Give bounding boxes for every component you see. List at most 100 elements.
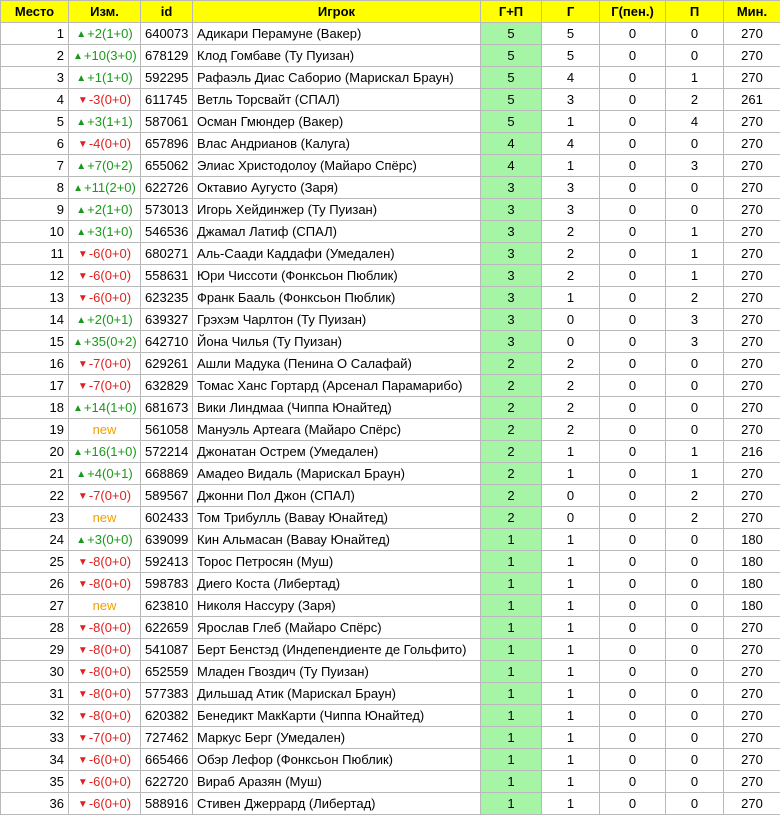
place-cell-value: 12 (49, 268, 64, 283)
assists-cell: 0 (665, 550, 724, 573)
table-row[interactable]: 32 ▼-8(0+0) 620382 Бенедикт МакКарти (Чиппа… (0, 704, 780, 727)
arrow-down-icon: ▼ (77, 293, 88, 304)
table-row[interactable]: 14 ▲+2(0+1) 639327 Грэхэм Чарлтон (Ту Пуиза… (0, 308, 780, 331)
minutes-cell: 270 (723, 660, 780, 683)
header-change[interactable]: Изм. (68, 0, 141, 23)
assists-cell: 0 (665, 198, 724, 221)
penalty-goals-cell-value: 0 (628, 620, 637, 635)
table-row[interactable]: 22 ▼-7(0+0) 589567 Джонни Пол Джон (СПАЛ) 2 0… (0, 484, 780, 507)
assists-cell: 1 (665, 264, 724, 287)
change-value: -6(0+0) (88, 752, 132, 767)
table-row[interactable]: 31 ▼-8(0+0) 577383 Дильшад Атик (Марискал Б… (0, 682, 780, 705)
minutes-cell: 270 (723, 44, 780, 67)
table-row[interactable]: 11 ▼-6(0+0) 680271 Аль-Саади Каддафи (Умеда… (0, 242, 780, 265)
player-cell: Грэхэм Чарлтон (Ту Пуизан) (192, 308, 481, 331)
header-place[interactable]: Место (0, 0, 69, 23)
player-cell: Элиас Христодолоу (Майаро Спёрс) (192, 154, 481, 177)
goals-assists-cell: 2 (480, 374, 542, 397)
table-row[interactable]: 3 ▲+1(1+0) 592295 Рафаэль Диас Саборио (Мар… (0, 66, 780, 89)
goals-cell: 1 (541, 616, 600, 639)
table-row[interactable]: 1 ▲+2(1+0) 640073 Адикари Перамуне (Вакер) 5… (0, 22, 780, 45)
header-goals-assists[interactable]: Г+П (480, 0, 542, 23)
minutes-cell: 270 (723, 682, 780, 705)
table-row[interactable]: 12 ▼-6(0+0) 558631 Юри Чиссоти (Фонксьон Пю… (0, 264, 780, 287)
table-row[interactable]: 35 ▼-6(0+0) 622720 Вираб Аразян (Муш) 1 1 0 0 27… (0, 770, 780, 793)
player-cell: Кин Альмасан (Вавау Юнайтед) (192, 528, 481, 551)
minutes-cell: 270 (723, 462, 780, 485)
header-goals[interactable]: Г (541, 0, 600, 23)
id-cell: 577383 (140, 682, 193, 705)
change-value: -7(0+0) (88, 356, 132, 371)
goals-assists-cell-value: 1 (507, 532, 515, 547)
table-row[interactable]: 36 ▼-6(0+0) 588916 Стивен Джеррард (Либерта… (0, 792, 780, 815)
penalty-goals-cell-value: 0 (628, 730, 637, 745)
penalty-goals-cell: 0 (599, 682, 666, 705)
change-cell: ▼-4(0+0) (68, 132, 141, 155)
penalty-goals-cell: 0 (599, 418, 666, 441)
table-row[interactable]: 26 ▼-8(0+0) 598783 Диего Коста (Либертад) 1 1… (0, 572, 780, 595)
table-row[interactable]: 7 ▲+7(0+2) 655062 Элиас Христодолоу (Майаро… (0, 154, 780, 177)
penalty-goals-cell-value: 0 (628, 70, 637, 85)
table-row[interactable]: 20 ▲+16(1+0) 572214 Джонатан Острем (Умедал… (0, 440, 780, 463)
header-player[interactable]: Игрок (192, 0, 481, 23)
change-value: -4(0+0) (88, 136, 132, 151)
penalty-goals-cell: 0 (599, 440, 666, 463)
table-row[interactable]: 27 new 623810 Николя Нассуру (Заря) 1 1 0 0 180 (0, 594, 780, 617)
change-cell: ▲+10(3+0) (68, 44, 141, 67)
header-assists[interactable]: П (665, 0, 724, 23)
minutes-cell: 270 (723, 484, 780, 507)
minutes-cell-value: 261 (741, 92, 763, 107)
minutes-cell-value: 270 (741, 774, 763, 789)
table-row[interactable]: 8 ▲+11(2+0) 622726 Октавио Аугусто (Заря) 3 3… (0, 176, 780, 199)
player-cell: Томас Ханс Гортард (Арсенал Парамарибо) (192, 374, 481, 397)
header-minutes[interactable]: Мин. (723, 0, 780, 23)
table-row[interactable]: 24 ▲+3(0+0) 639099 Кин Альмасан (Вавау Юнай… (0, 528, 780, 551)
penalty-goals-cell-value: 0 (628, 92, 637, 107)
table-row[interactable]: 21 ▲+4(0+1) 668869 Амадео Видаль (Марискал … (0, 462, 780, 485)
header-id[interactable]: id (140, 0, 193, 23)
penalty-goals-cell-value: 0 (628, 796, 637, 811)
goals-cell: 1 (541, 528, 600, 551)
table-row[interactable]: 28 ▼-8(0+0) 622659 Ярослав Глеб (Майаро Спё… (0, 616, 780, 639)
table-row[interactable]: 19 new 561058 Мануэль Артеага (Майаро Спёрс… (0, 418, 780, 441)
change-value: +1(1+0) (87, 70, 133, 85)
goals-cell-value: 1 (566, 620, 575, 635)
table-row[interactable]: 15 ▲+35(0+2) 642710 Йона Чилья (Ту Пуизан) 3… (0, 330, 780, 353)
change-value: -8(0+0) (88, 664, 132, 679)
table-row[interactable]: 25 ▼-8(0+0) 592413 Торос Петросян (Муш) 1 1 0 0… (0, 550, 780, 573)
assists-cell-value: 1 (690, 268, 699, 283)
id-cell: 639099 (140, 528, 193, 551)
minutes-cell-value: 270 (741, 466, 763, 481)
table-row[interactable]: 5 ▲+3(1+1) 587061 Осман Гмюндер (Вакер) 5 1 0 4… (0, 110, 780, 133)
id-cell-value: 573013 (145, 202, 189, 217)
table-row[interactable]: 10 ▲+3(1+0) 546536 Джамал Латиф (СПАЛ) 3 2 0 1 2… (0, 220, 780, 243)
table-row[interactable]: 18 ▲+14(1+0) 681673 Вики Линдмаа (Чиппа Юна… (0, 396, 780, 419)
id-cell: 678129 (140, 44, 193, 67)
minutes-cell-value: 270 (741, 686, 763, 701)
table-row[interactable]: 34 ▼-6(0+0) 665466 Обэр Лефор (Фонксьон Пюб… (0, 748, 780, 771)
table-row[interactable]: 33 ▼-7(0+0) 727462 Маркус Берг (Умедален) 1 1… (0, 726, 780, 749)
goals-cell-value: 1 (566, 444, 575, 459)
table-row[interactable]: 6 ▼-4(0+0) 657896 Влас Андрианов (Калуга) 4 4… (0, 132, 780, 155)
change-value: +3(0+0) (87, 532, 133, 547)
table-row[interactable]: 30 ▼-8(0+0) 652559 Младен Гвоздич (Ту Пуиза… (0, 660, 780, 683)
table-row[interactable]: 13 ▼-6(0+0) 623235 Франк Бааль (Фонксьон Пю… (0, 286, 780, 309)
id-cell-value: 623235 (145, 290, 189, 305)
table-row[interactable]: 2 ▲+10(3+0) 678129 Клод Гомбаве (Ту Пуизан)… (0, 44, 780, 67)
arrow-up-icon: ▲ (73, 183, 84, 194)
goals-assists-cell: 1 (480, 572, 542, 595)
goals-cell-value: 3 (566, 202, 575, 217)
change-value: new (92, 422, 117, 437)
arrow-down-icon: ▼ (77, 755, 88, 766)
goals-cell-value: 2 (566, 224, 575, 239)
goals-cell-value: 1 (566, 554, 575, 569)
table-row[interactable]: 4 ▼-3(0+0) 611745 Ветль Торсвайт (СПАЛ) 5 3 0 2… (0, 88, 780, 111)
header-penalty-goals[interactable]: Г(пен.) (599, 0, 666, 23)
table-row[interactable]: 9 ▲+2(1+0) 573013 Игорь Хейдинжер (Ту Пуиза… (0, 198, 780, 221)
table-row[interactable]: 16 ▼-7(0+0) 629261 Ашли Мадука (Пенина О Са… (0, 352, 780, 375)
table-row[interactable]: 17 ▼-7(0+0) 632829 Томас Ханс Гортард (Арсе… (0, 374, 780, 397)
place-cell-value: 4 (56, 92, 64, 107)
goals-assists-cell-value: 2 (507, 422, 515, 437)
table-row[interactable]: 23 new 602433 Том Трибулль (Вавау Юнайтед) 2… (0, 506, 780, 529)
table-row[interactable]: 29 ▼-8(0+0) 541087 Берт Бенстэд (Индепендие… (0, 638, 780, 661)
